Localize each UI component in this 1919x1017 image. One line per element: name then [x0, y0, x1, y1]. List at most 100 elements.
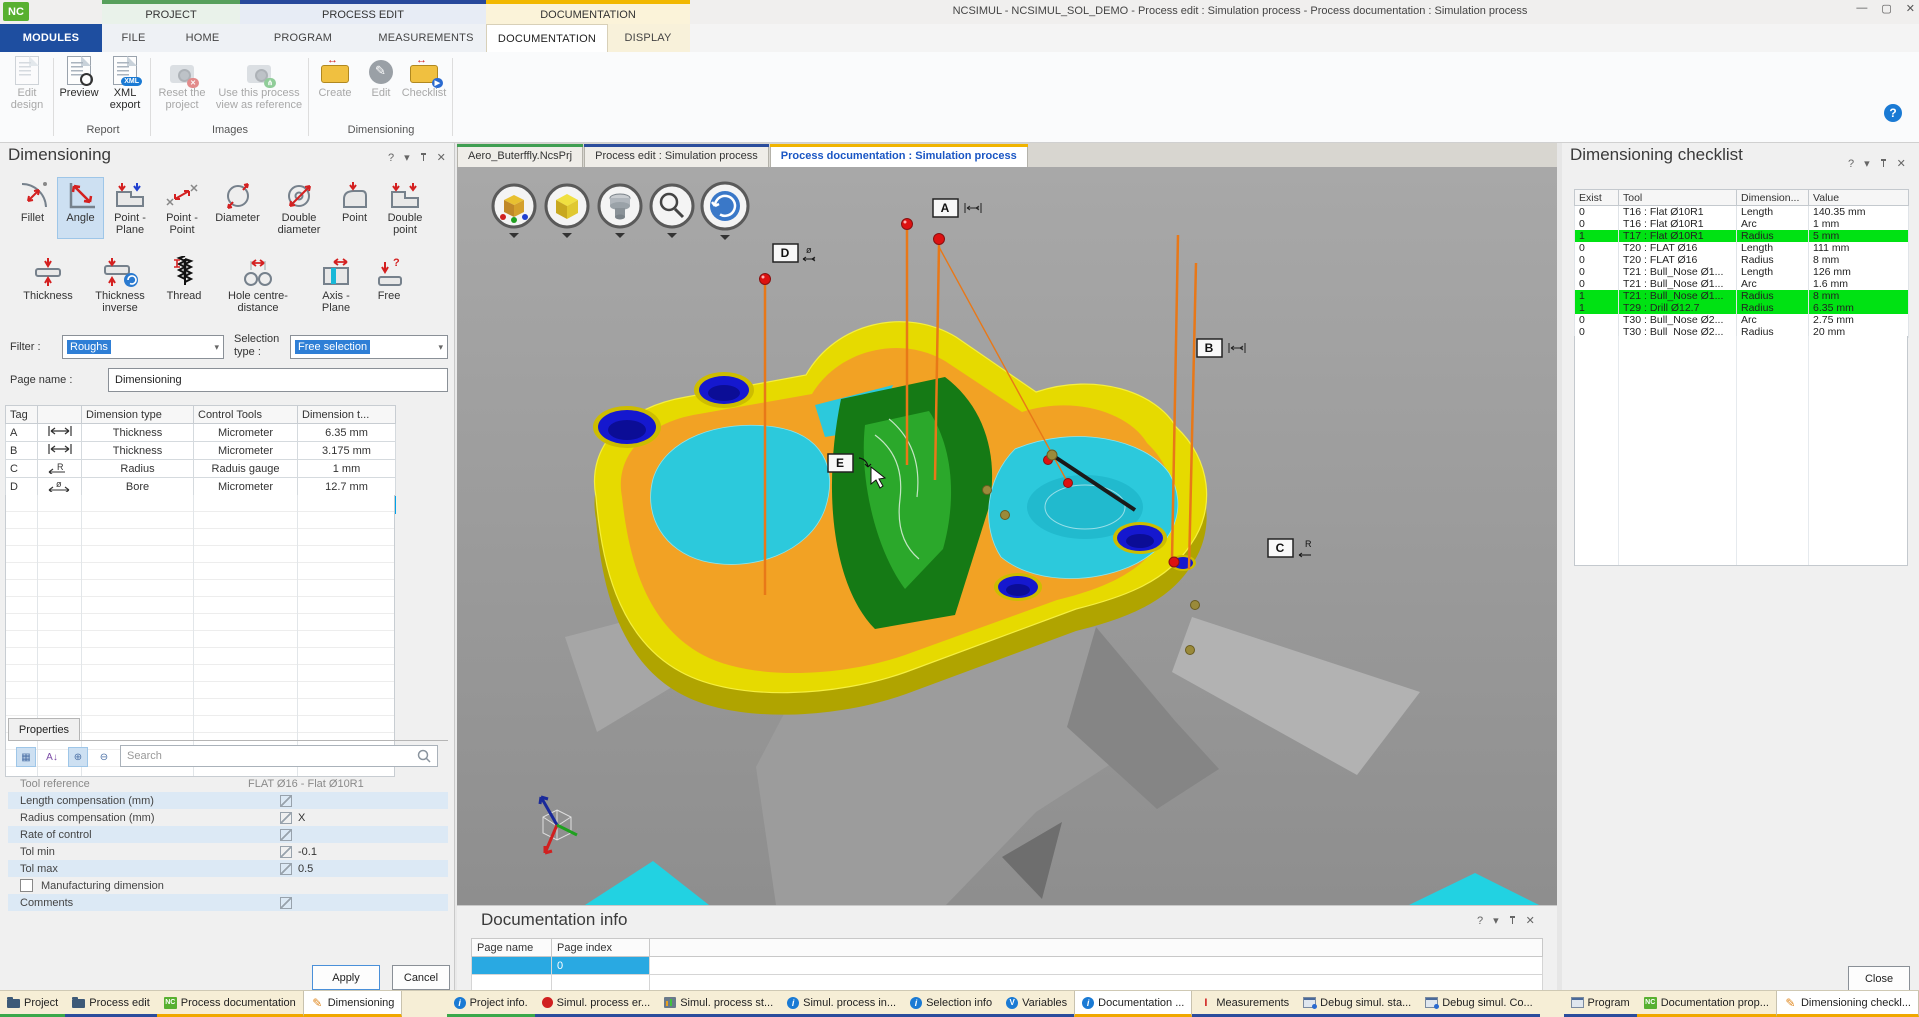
col-tool[interactable]: Tool — [1619, 190, 1737, 206]
dimension-tag-d[interactable]: D ø — [773, 244, 815, 262]
taskbar-item-simul-process-er[interactable]: Simul. process er... — [535, 991, 658, 1017]
panel-help-icon[interactable]: ? — [388, 152, 394, 164]
panel-pin-icon[interactable] — [1509, 916, 1516, 925]
panel-pin-icon[interactable] — [1880, 159, 1887, 168]
col-dimension-type[interactable]: Dimension type — [82, 406, 194, 424]
tab-display[interactable]: DISPLAY — [608, 24, 688, 52]
tab-file[interactable]: FILE — [102, 24, 165, 52]
table-row-selected[interactable]: 0 — [472, 957, 1543, 975]
property-row[interactable]: Rate of control — [8, 826, 448, 843]
panel-help-icon[interactable]: ? — [1477, 915, 1483, 927]
property-row[interactable]: Tol max 0.5 — [8, 860, 448, 877]
tool-point-plane[interactable]: Point - Plane — [104, 177, 156, 239]
panel-close-icon[interactable]: ✕ — [1897, 157, 1906, 170]
use-process-view-button[interactable]: ⋔ Use this process view as reference — [212, 55, 306, 117]
category-view-icon[interactable]: ▦ — [16, 747, 36, 767]
tab-home[interactable]: HOME — [165, 24, 240, 52]
minimize-button[interactable]: — — [1856, 2, 1867, 15]
xml-export-button[interactable]: XML XML export — [102, 55, 148, 117]
selection-type-dropdown[interactable]: Free selection ▾ — [290, 335, 448, 359]
taskbar-item-simul-process-in[interactable]: iSimul. process in... — [780, 991, 903, 1017]
edit-design-button[interactable]: Edit design — [4, 55, 50, 117]
context-group-project[interactable]: PROJECT — [102, 0, 240, 24]
col-dimension[interactable]: Dimension... — [1737, 190, 1809, 206]
context-group-documentation[interactable]: DOCUMENTATION — [486, 0, 690, 24]
property-row[interactable]: Tol min -0.1 — [8, 843, 448, 860]
search-input[interactable]: Search — [120, 745, 438, 767]
taskbar-item-variables[interactable]: VVariables — [999, 991, 1074, 1017]
col-tag[interactable]: Tag — [6, 406, 38, 424]
edit-value-icon[interactable] — [280, 812, 292, 824]
table-row[interactable]: D ø Bore Micrometer 12.7 mm — [6, 478, 396, 496]
property-row[interactable]: Radius compensation (mm) X — [8, 809, 448, 826]
help-icon[interactable]: ? — [1884, 104, 1902, 122]
panel-close-icon[interactable]: ✕ — [1526, 914, 1535, 927]
col-dimension-t[interactable]: Dimension t... — [298, 406, 396, 424]
checklist-button[interactable]: ▶ Checklist — [398, 55, 450, 117]
tab-modules[interactable]: MODULES — [0, 24, 102, 52]
property-row[interactable]: Length compensation (mm) — [8, 792, 448, 809]
tool-thickness[interactable]: Thickness — [14, 253, 82, 317]
tool-thread[interactable]: Thread — [158, 253, 210, 317]
checklist-row-exists[interactable]: 1T17 : Flat Ø10R1Radius5 mm — [1575, 230, 1909, 242]
tab-documentation[interactable]: DOCUMENTATION — [486, 24, 608, 52]
panel-menu-icon[interactable]: ▾ — [404, 151, 410, 164]
viewport-3d[interactable]: A B C R D ø E — [457, 167, 1557, 905]
doc-tab-process-edit[interactable]: Process edit : Simulation process — [584, 144, 769, 167]
tool-diameter[interactable]: Diameter — [208, 177, 267, 239]
context-group-process-edit[interactable]: PROCESS EDIT — [240, 0, 486, 24]
checklist-row[interactable]: 0T16 : Flat Ø10R1Arc1 mm — [1575, 218, 1909, 230]
tab-program[interactable]: PROGRAM — [240, 24, 366, 52]
table-row[interactable]: B Thickness Micrometer 3.175 mm — [6, 442, 396, 460]
checklist-row[interactable]: 0T21 : Bull_Nose Ø1...Length126 mm — [1575, 266, 1909, 278]
tab-measurements[interactable]: MEASUREMENTS — [366, 24, 486, 52]
taskbar-item-process-edit[interactable]: Process edit — [65, 991, 157, 1017]
col-page-index[interactable]: Page index — [552, 939, 650, 957]
sort-az-icon[interactable]: A↓ — [42, 747, 62, 767]
panel-menu-icon[interactable]: ▾ — [1864, 157, 1870, 170]
edit-value-icon[interactable] — [280, 846, 292, 858]
taskbar-item-dimensioning-checklist[interactable]: ✎Dimensioning checkl... — [1776, 991, 1919, 1017]
property-row-manufacturing[interactable]: Manufacturing dimension — [8, 877, 448, 894]
checklist-row[interactable]: 0T20 : FLAT Ø16Radius8 mm — [1575, 254, 1909, 266]
taskbar-item-documentation-prop[interactable]: NCDocumentation prop... — [1637, 991, 1776, 1017]
panel-close-icon[interactable]: ✕ — [437, 151, 446, 164]
checklist-row[interactable]: 0T21 : Bull_Nose Ø1...Arc1.6 mm — [1575, 278, 1909, 290]
tool-thickness-inverse[interactable]: Thickness inverse — [82, 253, 158, 317]
taskbar-item-project-info[interactable]: iProject info. — [447, 991, 535, 1017]
panel-help-icon[interactable]: ? — [1848, 158, 1854, 170]
tool-free[interactable]: ? Free — [366, 253, 412, 317]
tab-properties[interactable]: Properties — [8, 718, 80, 741]
close-button[interactable]: ✕ — [1906, 2, 1915, 15]
taskbar-item-simul-process-st[interactable]: Simul. process st... — [657, 991, 780, 1017]
tool-fillet[interactable]: Fillet — [8, 177, 57, 239]
checklist-row[interactable]: 0T16 : Flat Ø10R1Length140.35 mm — [1575, 206, 1909, 219]
collapse-all-icon[interactable]: ⊖ — [94, 747, 114, 767]
checklist-row[interactable]: 0T20 : FLAT Ø16Length111 mm — [1575, 242, 1909, 254]
panel-pin-icon[interactable] — [420, 153, 427, 162]
taskbar-item-process-documentation[interactable]: NCProcess documentation — [157, 991, 303, 1017]
taskbar-item-debug-simul-co[interactable]: Debug simul. Co... — [1418, 991, 1539, 1017]
tool-double-point[interactable]: Double point — [378, 177, 432, 239]
taskbar-item-documentation[interactable]: iDocumentation ... — [1074, 991, 1192, 1017]
col-value[interactable]: Value — [1809, 190, 1909, 206]
edit-value-icon[interactable] — [280, 795, 292, 807]
panel-menu-icon[interactable]: ▾ — [1493, 914, 1499, 927]
tool-double-diameter[interactable]: Double diameter — [267, 177, 331, 239]
col-exist[interactable]: Exist — [1575, 190, 1619, 206]
tool-point-point[interactable]: Point - Point — [156, 177, 208, 239]
taskbar-item-project[interactable]: Project — [0, 991, 65, 1017]
apply-button[interactable]: Apply — [312, 965, 380, 990]
col-page-name[interactable]: Page name — [472, 939, 552, 957]
preview-button[interactable]: Preview — [56, 55, 102, 117]
col-icon[interactable] — [38, 406, 82, 424]
edit-value-icon[interactable] — [280, 863, 292, 875]
checklist-row[interactable]: 0T30 : Bull_Nose Ø2...Arc2.75 mm — [1575, 314, 1909, 326]
expand-all-icon[interactable]: ⊕ — [68, 747, 88, 767]
doc-tab-process-documentation[interactable]: Process documentation : Simulation proce… — [770, 144, 1028, 167]
tool-axis-plane[interactable]: Axis - Plane — [306, 253, 366, 317]
taskbar-item-measurements[interactable]: ΙMeasurements — [1192, 991, 1296, 1017]
doc-tab-project[interactable]: Aero_Buterffly.NcsPrj — [457, 144, 583, 167]
cancel-button[interactable]: Cancel — [392, 965, 450, 990]
property-row[interactable]: Comments — [8, 894, 448, 911]
